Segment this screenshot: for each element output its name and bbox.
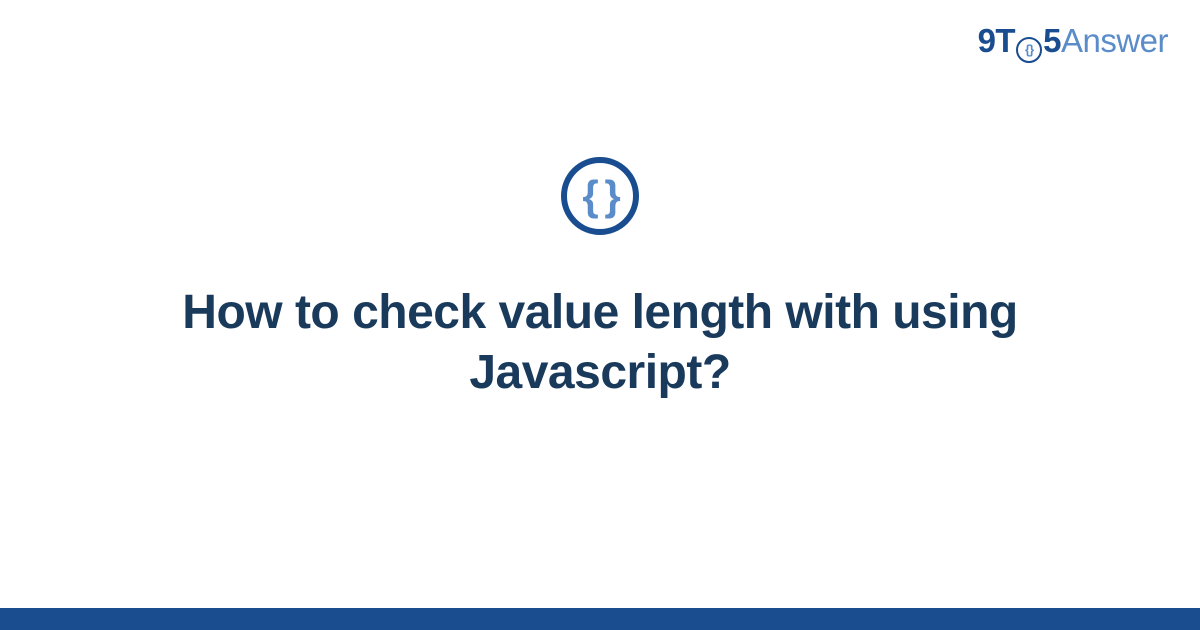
braces-icon: { } [582, 175, 617, 217]
footer-bar [0, 608, 1200, 630]
question-title: How to check value length with using Jav… [150, 283, 1050, 403]
category-icon: { } [561, 157, 639, 235]
main-content: { } How to check value length with using… [0, 0, 1200, 630]
